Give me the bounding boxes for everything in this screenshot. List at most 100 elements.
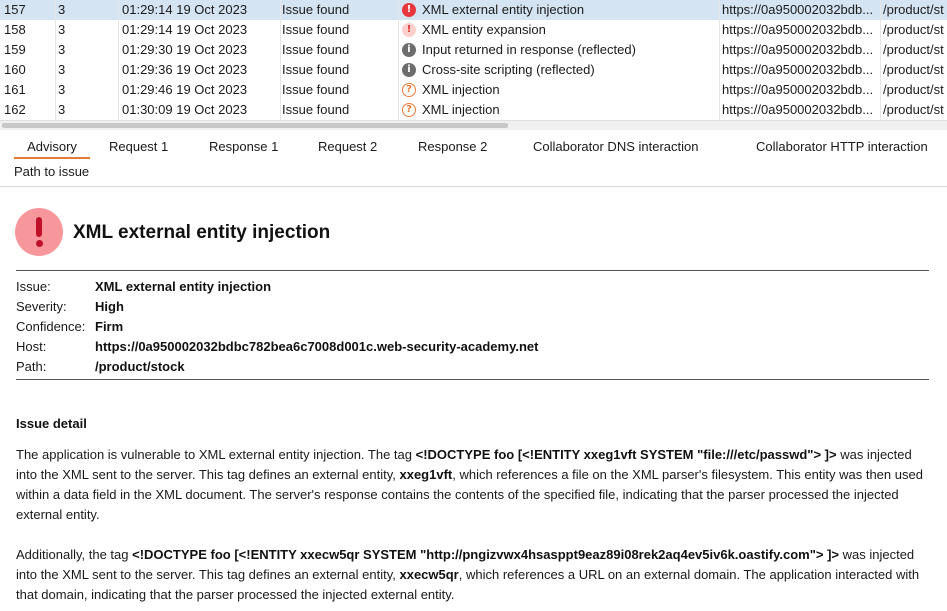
time-cell: 01:29:14 19 Oct 2023 [122, 22, 248, 37]
issue-table: 162 3 01:30:09 19 Oct 2023 Issue found XML i… [0, 0, 947, 120]
time-cell: 01:29:36 19 Oct 2023 [122, 62, 248, 77]
path-cell: /product/st [883, 62, 944, 77]
issue-name-cell: XML entity expansion [422, 22, 546, 37]
host-label: Host: [16, 339, 47, 354]
issue-icon-cell: ! [402, 20, 420, 40]
issue-icon-cell: ! [402, 0, 420, 20]
time-cell: 01:29:46 19 Oct 2023 [122, 82, 248, 97]
issue-detail-paragraph-2: Additionally, the tag <!DOCTYPE foo [<!E… [16, 545, 931, 605]
confidence-value: Firm [95, 319, 124, 334]
column-divider [398, 0, 399, 120]
scrollbar-thumb[interactable] [2, 123, 508, 128]
issue-name-cell: XML injection [422, 82, 500, 97]
time-cell: 01:29:30 19 Oct 2023 [122, 42, 248, 57]
divider [16, 379, 929, 380]
severity-label: Severity: [16, 299, 67, 314]
detail-text: The application is vulnerable to XML ext… [16, 447, 416, 462]
status-cell: Issue found [282, 2, 350, 17]
severity-cell: 3 [58, 2, 66, 17]
host-value: https://0a950002032bdbc782bea6c7008d001c… [95, 339, 539, 354]
info-icon: i [402, 43, 416, 57]
host-cell: https://0a950002032bdb... [722, 62, 874, 77]
tab-collaborator-http[interactable]: Collaborator HTTP interaction [752, 135, 932, 159]
host-cell: https://0a950002032bdb... [722, 22, 874, 37]
high-severity-icon [15, 208, 63, 256]
host-cell: https://0a950002032bdb... [722, 42, 874, 57]
column-divider [719, 0, 720, 120]
entity-name: xxeg1vft [399, 467, 453, 482]
status-cell: Issue found [282, 102, 350, 117]
issue-icon-cell: ? [402, 80, 420, 100]
payload-text: <!DOCTYPE foo [<!ENTITY xxeg1vft SYSTEM … [415, 447, 837, 462]
column-divider [55, 0, 56, 120]
divider [16, 270, 929, 271]
status-cell: Issue found [282, 62, 350, 77]
horizontal-scrollbar[interactable] [0, 120, 947, 130]
tab-response-2[interactable]: Response 2 [414, 135, 491, 159]
table-row[interactable]: 157 3 01:29:14 19 Oct 2023 Issue found XML e… [0, 0, 947, 20]
tab-request-1[interactable]: Request 1 [105, 135, 172, 159]
tab-collaborator-dns[interactable]: Collaborator DNS interaction [529, 135, 702, 159]
issue-icon-cell: i [402, 60, 420, 80]
entity-name: xxecw5qr [399, 567, 459, 582]
issue-number-cell: 162 [4, 102, 26, 117]
issue-name-cell: Cross-site scripting (reflected) [422, 62, 595, 77]
column-divider [880, 0, 881, 120]
table-row[interactable]: 161 3 01:29:46 19 Oct 2023 Issue found XML i… [0, 80, 947, 100]
issue-name-cell: XML external entity injection [422, 2, 585, 17]
table-row[interactable]: 160 3 01:29:36 19 Oct 2023 Issue found Cross… [0, 60, 947, 80]
time-cell: 01:30:09 19 Oct 2023 [122, 102, 248, 117]
path-cell: /product/st [883, 2, 944, 17]
high-severity-icon: ! [402, 3, 416, 17]
tab-request-2[interactable]: Request 2 [314, 135, 381, 159]
issue-value: XML external entity injection [95, 279, 272, 294]
time-cell: 01:29:14 19 Oct 2023 [122, 2, 248, 17]
severity-cell: 3 [58, 62, 66, 77]
path-cell: /product/st [883, 42, 944, 57]
issue-name-cell: XML injection [422, 102, 500, 117]
tab-response-1[interactable]: Response 1 [205, 135, 282, 159]
status-cell: Issue found [282, 42, 350, 57]
advisory-title: XML external entity injection [73, 222, 331, 243]
host-cell: https://0a950002032bdb... [722, 2, 874, 17]
issue-detail-heading: Issue detail [16, 416, 87, 431]
issue-number-cell: 160 [4, 62, 26, 77]
tentative-icon: ? [402, 103, 416, 117]
advisory-panel: XML external entity injection Issue: XML… [0, 188, 947, 611]
severity-cell: 3 [58, 102, 66, 117]
issue-number-cell: 159 [4, 42, 26, 57]
table-row[interactable]: 159 3 01:29:30 19 Oct 2023 Issue found Input… [0, 40, 947, 60]
severity-cell: 3 [58, 22, 66, 37]
issue-detail-paragraph: The application is vulnerable to XML ext… [16, 445, 931, 525]
issue-label: Issue: [16, 279, 51, 294]
low-severity-icon: ! [402, 23, 416, 37]
severity-cell: 3 [58, 42, 66, 57]
detail-tabs: Advisory Request 1 Response 1 Request 2 … [0, 131, 947, 187]
host-cell: https://0a950002032bdb... [722, 82, 874, 97]
severity-value: High [95, 299, 124, 314]
issue-number-cell: 157 [4, 2, 26, 17]
info-icon: i [402, 63, 416, 77]
path-cell: /product/st [883, 82, 944, 97]
issue-icon-cell: ? [402, 100, 420, 120]
column-divider [280, 0, 281, 120]
issue-icon-cell: i [402, 40, 420, 60]
table-row[interactable]: 158 3 01:29:14 19 Oct 2023 Issue found XML e… [0, 20, 947, 40]
status-cell: Issue found [282, 22, 350, 37]
column-divider [118, 0, 119, 120]
issue-number-cell: 161 [4, 82, 26, 97]
tab-advisory[interactable]: Advisory [14, 135, 90, 159]
payload-text: <!DOCTYPE foo [<!ENTITY xxecw5qr SYSTEM … [132, 547, 839, 562]
path-value: /product/stock [95, 359, 185, 374]
issue-name-cell: Input returned in response (reflected) [422, 42, 636, 57]
tentative-icon: ? [402, 83, 416, 97]
confidence-label: Confidence: [16, 319, 86, 334]
tab-path-to-issue[interactable]: Path to issue [10, 160, 93, 184]
detail-text: Additionally, the tag [16, 547, 133, 562]
path-cell: /product/st [883, 102, 944, 117]
issue-number-cell: 158 [4, 22, 26, 37]
severity-cell: 3 [58, 82, 66, 97]
status-cell: Issue found [282, 82, 350, 97]
host-cell: https://0a950002032bdb... [722, 102, 874, 117]
table-row[interactable]: 162 3 01:30:09 19 Oct 2023 Issue found XML i… [0, 100, 947, 120]
